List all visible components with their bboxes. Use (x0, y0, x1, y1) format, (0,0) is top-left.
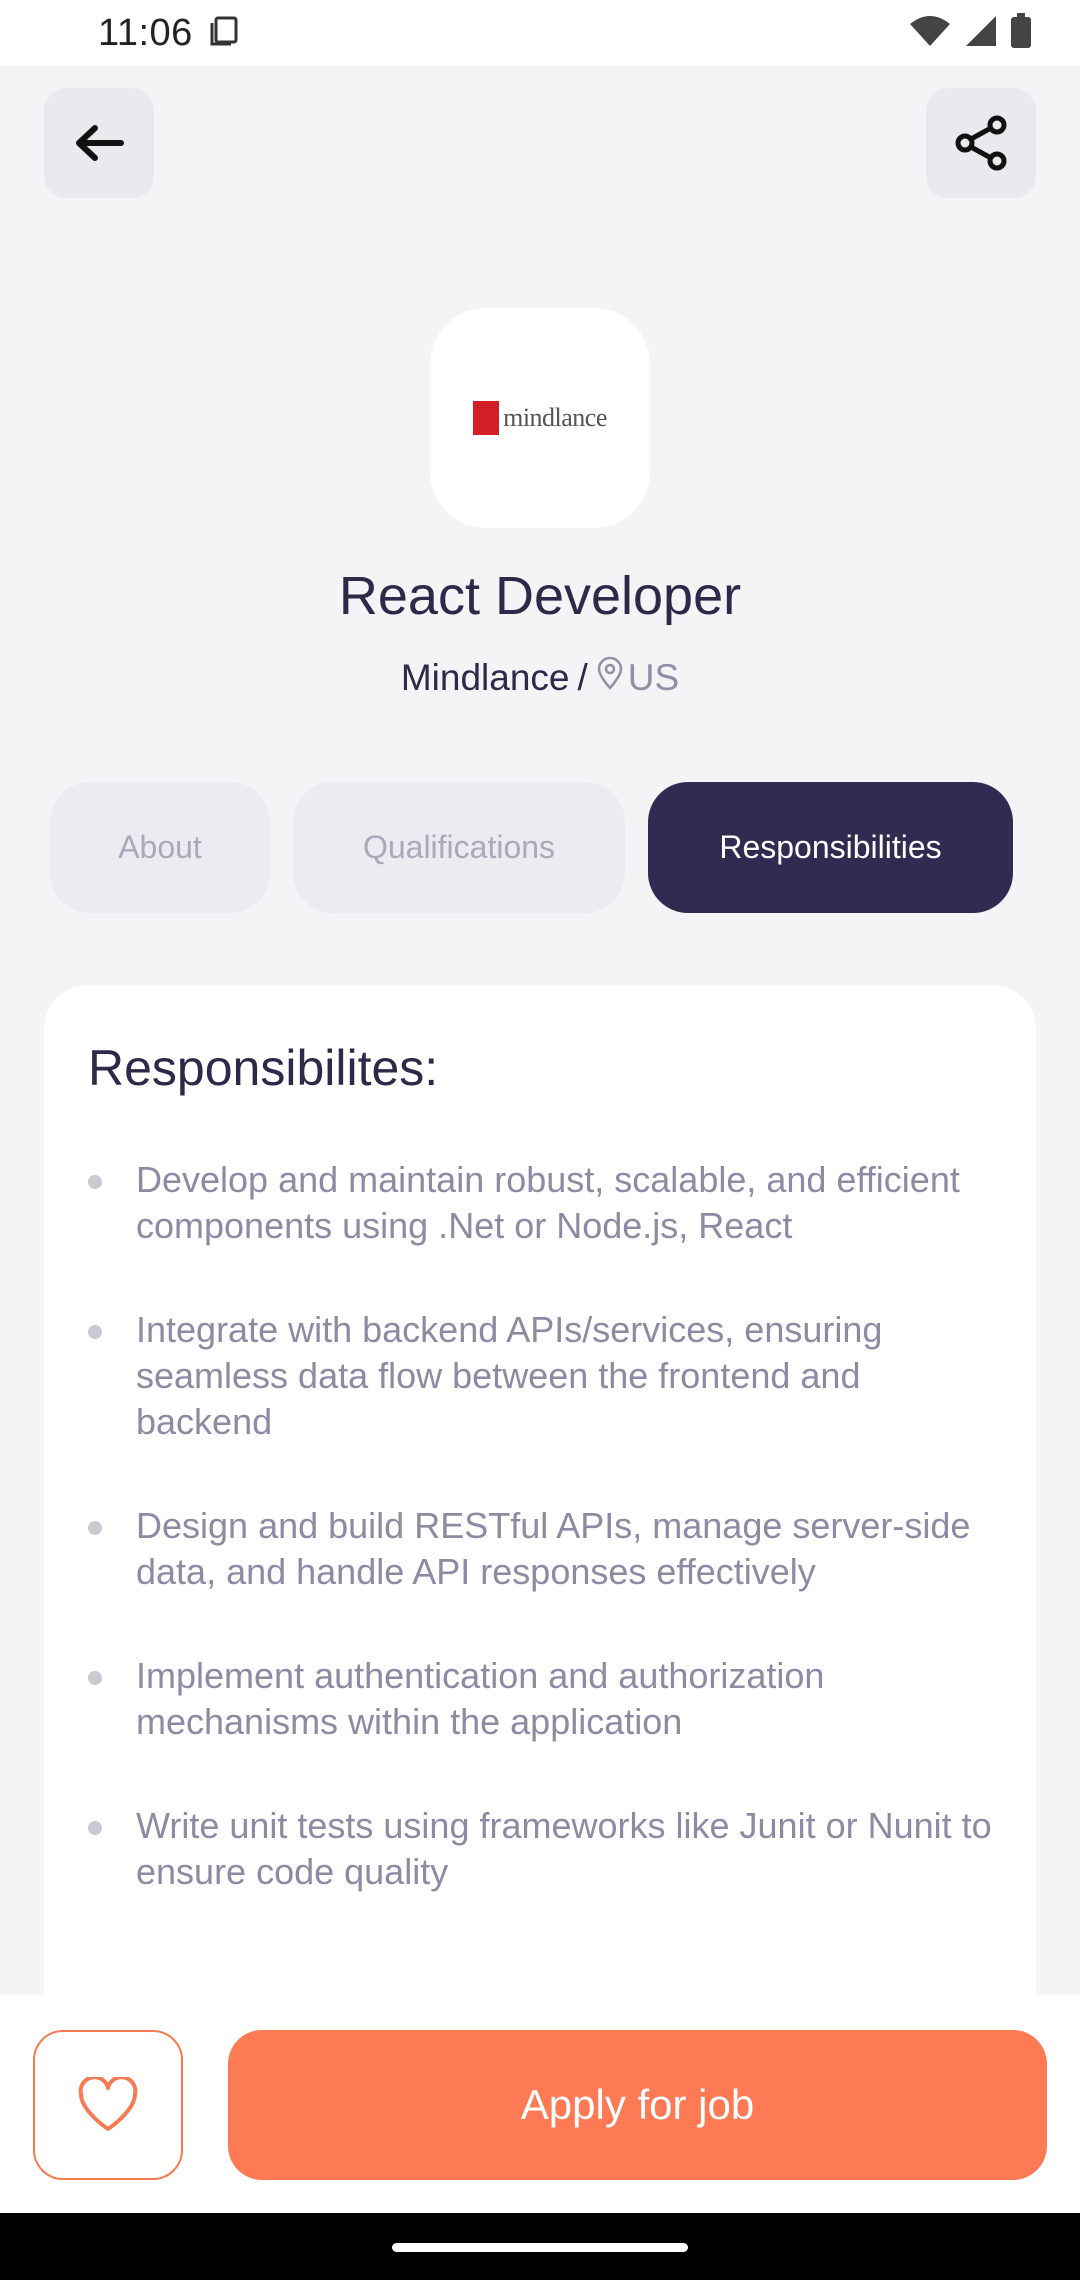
tab-responsibilities[interactable]: Responsibilities (648, 782, 1013, 913)
favorite-button[interactable] (33, 2030, 183, 2180)
logo-mark (473, 401, 500, 435)
status-left: 11:06 (98, 12, 241, 55)
bullet-icon (88, 1521, 102, 1535)
list-item-text: Implement authentication and authorizati… (136, 1655, 825, 1742)
status-bar: 11:06 (0, 0, 1080, 66)
list-item: Develop and maintain robust, scalable, a… (88, 1157, 996, 1249)
status-time: 11:06 (98, 11, 193, 54)
signal-icon (964, 14, 998, 53)
map-pin-icon (596, 656, 624, 699)
separator: / (577, 656, 588, 698)
job-title: React Developer (338, 566, 742, 626)
section-title: Responsibilites: (88, 1040, 439, 1096)
job-details-screen: 11:06 mindlance React Developer Mindlanc… (0, 0, 1080, 2280)
list-item: Integrate with backend APIs/services, en… (88, 1307, 996, 1445)
status-right (908, 12, 1032, 54)
location-text: US (627, 656, 680, 698)
list-item-text: Integrate with backend APIs/services, en… (136, 1309, 883, 1442)
list-item-text: Develop and maintain robust, scalable, a… (136, 1159, 960, 1246)
list-item-text: Design and build RESTful APIs, manage se… (136, 1505, 971, 1592)
responsibilities-card: Responsibilites: Develop and maintain ro… (44, 985, 1036, 2045)
apply-button[interactable]: Apply for job (228, 2030, 1047, 2180)
arrow-left-icon (76, 125, 124, 161)
navigation-bar (0, 2213, 1080, 2280)
heart-icon (78, 2077, 138, 2131)
bullet-icon (88, 1671, 102, 1685)
share-icon (955, 115, 1007, 171)
list-item-text: Write unit tests using frameworks like J… (136, 1805, 992, 1892)
home-indicator[interactable] (392, 2243, 688, 2252)
clipboard-icon (207, 14, 241, 53)
share-button[interactable] (926, 88, 1036, 198)
company-logo: mindlance (430, 308, 650, 528)
logo-inner: mindlance (473, 401, 607, 435)
logo-text: mindlance (503, 403, 607, 432)
tab-about[interactable]: About (50, 782, 270, 913)
battery-icon (1010, 12, 1032, 54)
company-name: Mindlance (400, 656, 570, 698)
list-item: Design and build RESTful APIs, manage se… (88, 1503, 996, 1595)
bullet-icon (88, 1821, 102, 1835)
list-item: Write unit tests using frameworks like J… (88, 1803, 996, 1895)
bullet-icon (88, 1175, 102, 1189)
tab-qualifications[interactable]: Qualifications (293, 782, 625, 913)
back-button[interactable] (44, 88, 154, 198)
wifi-icon (908, 14, 952, 53)
responsibilities-list: Develop and maintain robust, scalable, a… (88, 1157, 996, 1895)
company-location: Mindlance / US (0, 656, 1080, 699)
list-item: Implement authentication and authorizati… (88, 1653, 996, 1745)
bottom-action-bar: Apply for job (0, 1995, 1080, 2213)
bullet-icon (88, 1325, 102, 1339)
